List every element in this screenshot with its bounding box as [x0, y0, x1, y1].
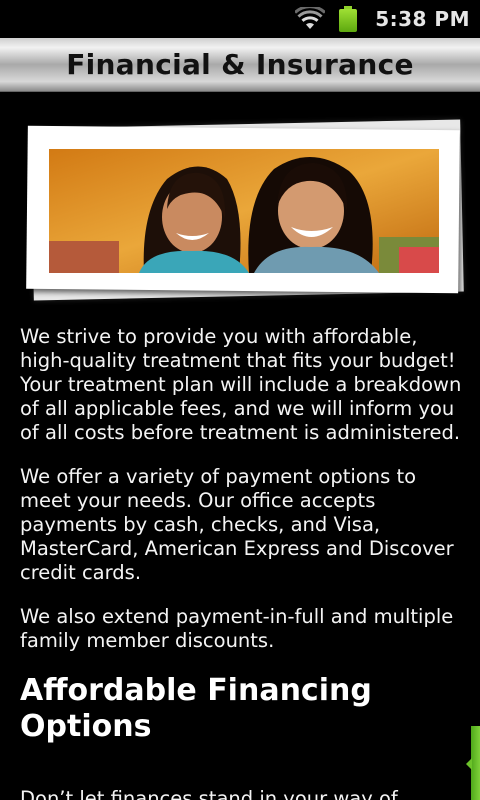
paragraph-payment-options: We offer a variety of payment options to…	[20, 465, 454, 584]
title-bar: Financial & Insurance	[0, 38, 480, 92]
battery-icon	[339, 6, 358, 32]
arrow-left-icon	[466, 758, 472, 770]
paragraph-affordable: We strive to provide you with affordable…	[20, 325, 462, 444]
side-drawer-handle[interactable]	[466, 726, 480, 800]
paragraph-financing: Don’t let finances stand in your way of	[20, 787, 398, 800]
status-time: 5:38 PM	[375, 7, 470, 31]
main-content: We strive to provide you with affordable…	[20, 325, 465, 800]
section-heading-financing: Affordable Financing Options	[20, 673, 372, 744]
status-bar: 5:38 PM	[0, 0, 480, 38]
page-title: Financial & Insurance	[66, 48, 414, 81]
paragraph-discounts: We also extend payment-in-full and multi…	[20, 605, 454, 652]
hero-photo	[49, 149, 439, 273]
wifi-icon	[294, 5, 327, 31]
